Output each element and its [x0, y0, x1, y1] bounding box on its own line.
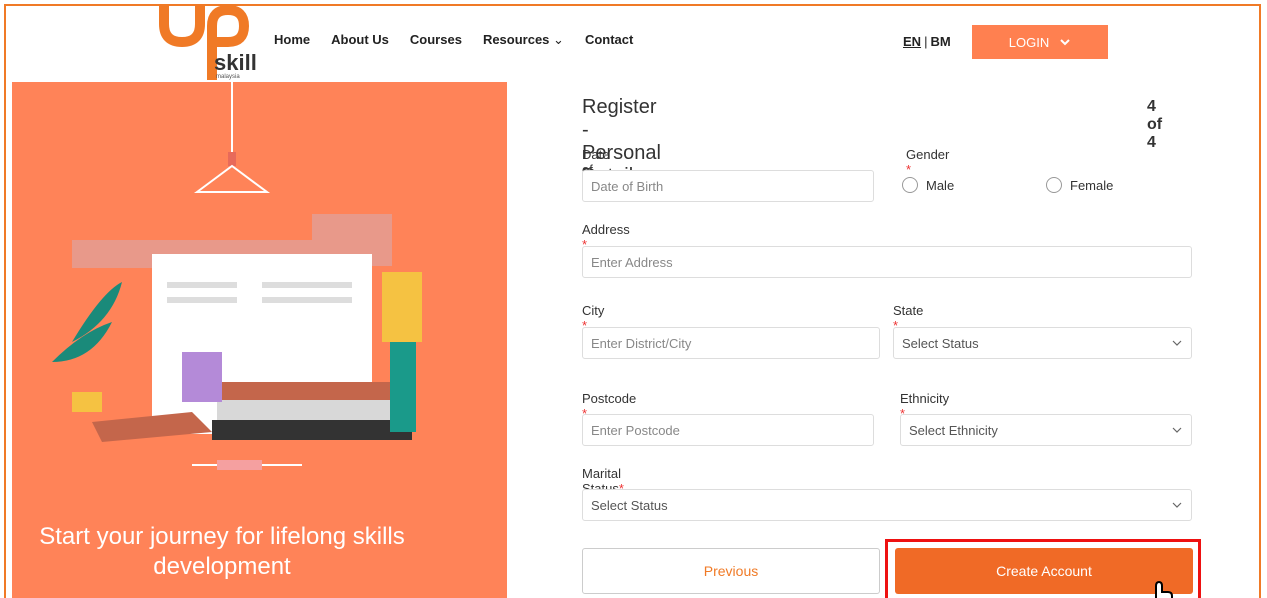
city-label-text: City	[582, 303, 605, 318]
marital-select-value: Select Status	[591, 497, 668, 513]
state-label-text: State	[893, 303, 924, 318]
main-nav: Home About Us Courses Resources ⌄ Contac…	[274, 32, 633, 48]
nav-contact[interactable]: Contact	[585, 32, 633, 48]
login-button[interactable]: LOGIN	[972, 25, 1108, 59]
chevron-down-icon	[1172, 427, 1182, 433]
nav-home[interactable]: Home	[274, 32, 310, 48]
chevron-down-icon	[1172, 502, 1182, 508]
gender-male-label: Male	[926, 177, 955, 193]
step-indicator: 4 of 4	[1147, 98, 1163, 151]
hero-panel: Start your journey for lifelong skills d…	[12, 82, 507, 598]
hero-tagline: Start your journey for lifelong skills d…	[39, 523, 405, 580]
chevron-down-icon: ⌄	[553, 32, 564, 47]
radio-circle	[902, 177, 918, 193]
svg-text:skill: skill	[214, 50, 256, 75]
address-field[interactable]: Enter Address	[582, 246, 1192, 278]
lang-en[interactable]: EN	[903, 34, 921, 49]
dob-field[interactable]: Date of Birth	[582, 170, 874, 202]
nav-resources[interactable]: Resources ⌄	[483, 32, 564, 48]
state-select[interactable]: Select Status	[893, 327, 1192, 359]
marital-status-select[interactable]: Select Status	[582, 489, 1192, 521]
lang-separator: |	[924, 34, 928, 49]
address-label-text: Address	[582, 222, 630, 237]
gender-male-radio[interactable]: Male	[902, 177, 954, 193]
gender-female-label: Female	[1070, 177, 1114, 193]
gender-label-text: Gender	[906, 147, 950, 162]
upskill-logo[interactable]: skill malaysia	[156, 6, 256, 80]
city-field[interactable]: Enter District/City	[582, 327, 880, 359]
svg-text:malaysia: malaysia	[216, 74, 240, 80]
radio-circle	[1046, 177, 1062, 193]
nav-about-us[interactable]: About Us	[331, 32, 389, 48]
hero-illustration	[52, 82, 422, 470]
required-mark: *	[906, 162, 912, 177]
gender-label: Gender *	[906, 147, 949, 177]
ethnicity-select-value: Select Ethnicity	[909, 422, 998, 438]
postcode-label-text: Postcode	[582, 391, 637, 406]
gender-female-radio[interactable]: Female	[1046, 177, 1113, 193]
header: skill malaysia Home About Us Courses Res…	[6, 6, 1259, 82]
nav-resources-label: Resources	[482, 32, 550, 47]
login-label: LOGIN	[1008, 34, 1050, 50]
hand-cursor-icon	[1155, 580, 1173, 598]
lang-bm[interactable]: BM	[930, 34, 950, 49]
postcode-field[interactable]: Enter Postcode	[582, 414, 874, 446]
page-frame: skill malaysia Home About Us Courses Res…	[4, 4, 1261, 598]
ethnicity-label-text: Ethnicity	[900, 391, 950, 406]
ethnicity-select[interactable]: Select Ethnicity	[900, 414, 1192, 446]
chevron-down-icon	[1060, 39, 1070, 46]
state-select-value: Select Status	[902, 335, 979, 351]
chevron-down-icon	[1172, 340, 1182, 346]
nav-courses[interactable]: Courses	[410, 32, 462, 48]
previous-button[interactable]: Previous	[582, 548, 880, 594]
language-switcher: EN | BM	[903, 34, 951, 49]
